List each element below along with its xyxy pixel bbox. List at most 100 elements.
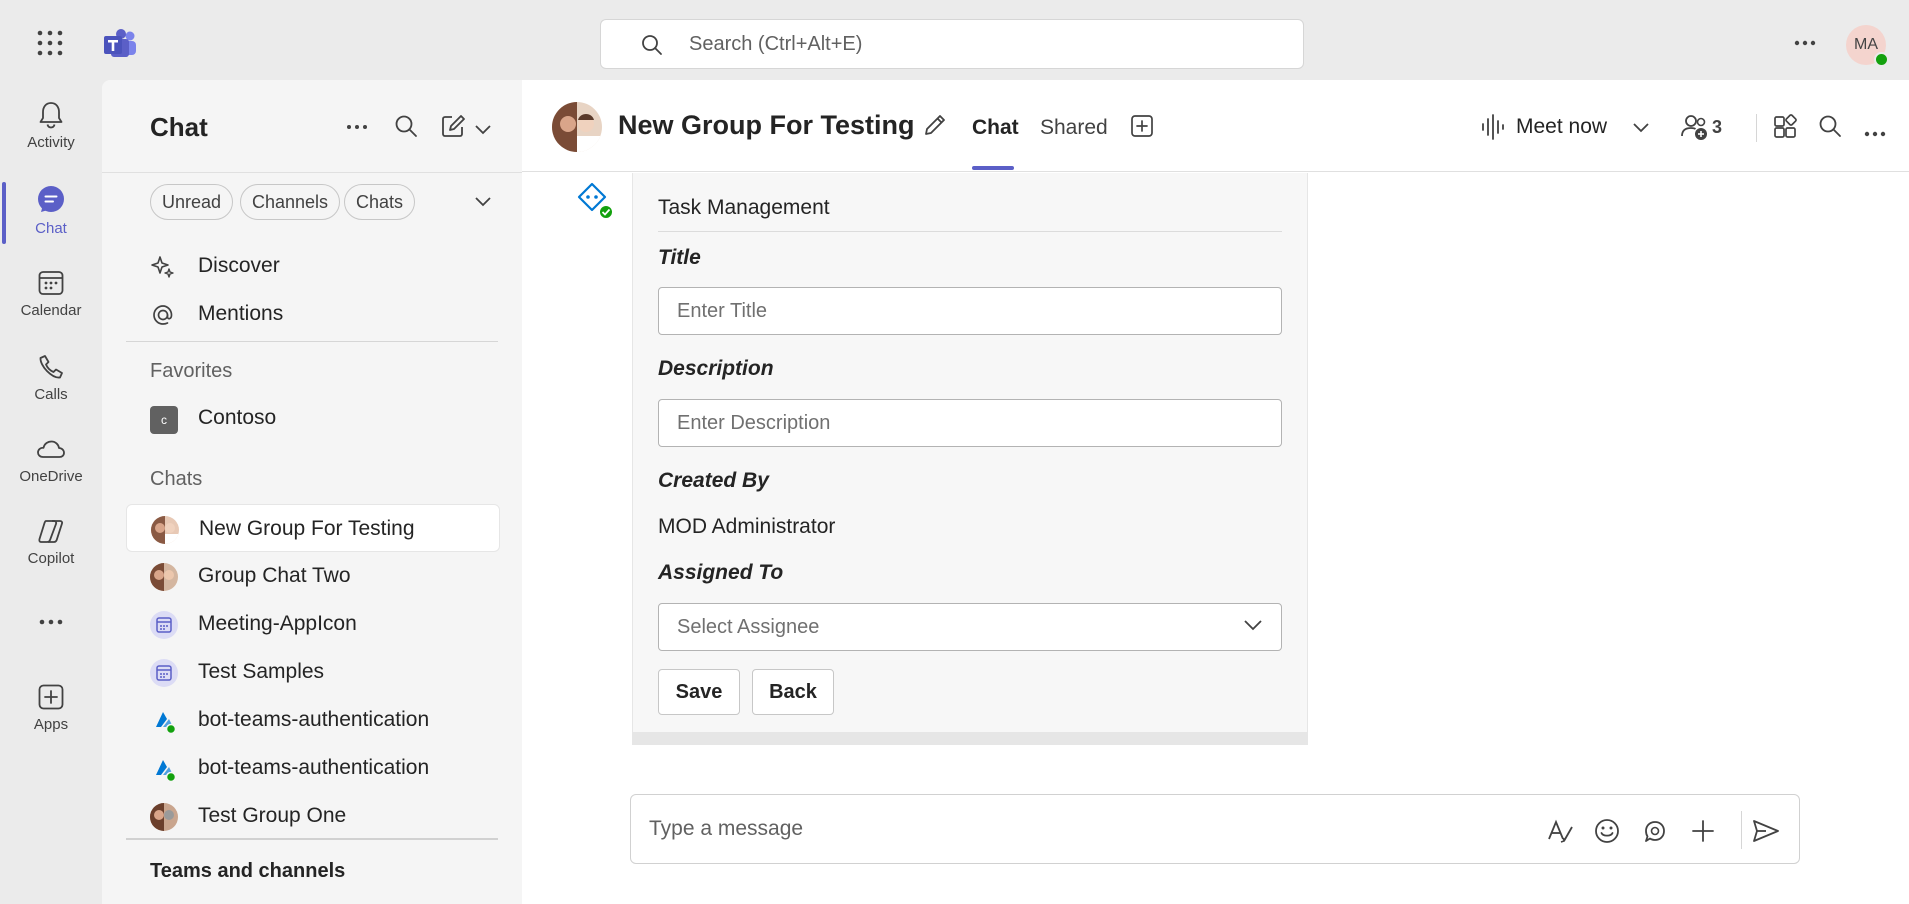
app-launcher-icon[interactable] xyxy=(36,29,64,57)
group-avatar xyxy=(150,803,178,831)
tab-chat[interactable]: Chat xyxy=(972,116,1019,140)
description-input[interactable] xyxy=(658,399,1282,447)
active-tab-indicator xyxy=(972,166,1014,170)
teams-logo-icon xyxy=(102,28,138,60)
created-by-value: MOD Administrator xyxy=(658,515,836,538)
rail-item-calls[interactable]: Calls xyxy=(0,340,102,420)
chat-item-test-samples[interactable]: Test Samples xyxy=(126,648,500,696)
chevron-down-icon[interactable] xyxy=(1632,120,1650,138)
card-footer xyxy=(632,732,1308,745)
more-options-icon[interactable] xyxy=(346,116,368,143)
rail-item-apps[interactable]: Apps xyxy=(0,670,102,750)
chevron-down-icon[interactable] xyxy=(474,122,492,140)
user-avatar[interactable]: MA xyxy=(1846,25,1889,67)
calendar-icon xyxy=(0,268,102,298)
search-icon[interactable] xyxy=(394,114,418,143)
save-button[interactable]: Save xyxy=(658,669,740,715)
presence-available-icon xyxy=(1874,52,1889,67)
bot-icon xyxy=(150,755,178,783)
chevron-down-icon[interactable] xyxy=(474,194,492,212)
apps-gift-icon[interactable] xyxy=(1772,114,1798,145)
rail-label-calendar: Calendar xyxy=(20,302,82,319)
chat-item-group-chat-two[interactable]: Group Chat Two xyxy=(126,552,500,600)
format-icon[interactable] xyxy=(1546,817,1574,850)
waveform-icon xyxy=(1480,112,1506,148)
emoji-icon[interactable] xyxy=(1593,817,1621,850)
conversation-pane: New Group For Testing Chat Shared Meet n… xyxy=(522,80,1909,904)
copilot-icon xyxy=(0,516,102,546)
send-icon[interactable] xyxy=(1751,817,1781,850)
description-field-label: Description xyxy=(658,357,774,380)
filter-unread[interactable]: Unread xyxy=(150,184,234,220)
chats-header[interactable]: Chats xyxy=(150,468,202,491)
chat-item-bot-teams-authentication-2[interactable]: bot-teams-authentication xyxy=(126,744,500,792)
message-input[interactable] xyxy=(649,795,1529,863)
meet-now-label: Meet now xyxy=(1516,115,1608,138)
title-input[interactable] xyxy=(658,287,1282,335)
group-avatar xyxy=(150,563,178,591)
nav-mentions[interactable]: Mentions xyxy=(150,302,450,332)
more-apps-icon[interactable] xyxy=(0,602,102,642)
favorite-item-contoso[interactable]: c Contoso xyxy=(150,406,450,436)
participants-button[interactable]: 3 xyxy=(1680,112,1722,147)
rail-label-calls: Calls xyxy=(34,386,68,403)
bot-icon xyxy=(150,707,178,735)
bot-avatar-icon[interactable] xyxy=(572,178,616,222)
created-by-label: Created By xyxy=(658,469,769,492)
rail-label-onedrive: OneDrive xyxy=(19,468,83,485)
chat-list-title: Chat xyxy=(150,112,208,142)
divider xyxy=(102,172,522,173)
filter-channels[interactable]: Channels xyxy=(240,184,341,220)
cloud-icon xyxy=(0,434,102,464)
chat-item-label: bot-teams-authentication xyxy=(198,708,430,731)
divider xyxy=(126,838,498,840)
chat-item-test-group-one[interactable]: Test Group One xyxy=(126,792,500,840)
favorites-header[interactable]: Favorites xyxy=(150,360,232,383)
chat-item-label: Group Chat Two xyxy=(198,564,351,587)
conversation-title: New Group For Testing xyxy=(618,110,915,140)
assignee-dropdown[interactable]: Select Assignee xyxy=(658,603,1282,651)
chat-item-label: Test Group One xyxy=(198,804,347,827)
search-icon[interactable] xyxy=(1818,114,1842,143)
rail-item-activity[interactable]: Activity xyxy=(0,88,102,168)
search-input[interactable] xyxy=(689,20,1249,68)
search-bar[interactable] xyxy=(600,19,1304,69)
chat-icon xyxy=(0,184,102,216)
sparkle-icon xyxy=(150,254,176,286)
meeting-chat-icon xyxy=(150,659,178,687)
edit-name-icon[interactable] xyxy=(922,112,948,143)
chat-list-pane: Chat Unread Channels Chats Discover Ment… xyxy=(102,80,522,904)
rail-label-activity: Activity xyxy=(27,134,75,151)
chat-item-label: Meeting-AppIcon xyxy=(198,612,357,635)
teams-and-channels-header[interactable]: Teams and channels xyxy=(150,860,345,883)
bell-icon xyxy=(0,100,102,130)
back-button[interactable]: Back xyxy=(752,669,834,715)
rail-item-onedrive[interactable]: OneDrive xyxy=(0,422,102,502)
nav-discover-label: Discover xyxy=(198,254,280,277)
compose-icon[interactable] xyxy=(440,113,466,144)
apps-icon xyxy=(0,682,102,712)
chat-item-meeting-appicon[interactable]: Meeting-AppIcon xyxy=(126,600,500,648)
more-options-icon[interactable] xyxy=(1790,28,1820,58)
more-options-icon[interactable] xyxy=(1864,124,1886,142)
app-rail: Activity Chat Calendar Calls OneDrive Co… xyxy=(0,80,102,904)
rail-item-chat[interactable]: Chat xyxy=(0,172,102,252)
add-tab-icon[interactable] xyxy=(1130,114,1154,143)
chat-item-new-group-for-testing[interactable]: New Group For Testing xyxy=(126,504,500,552)
chat-item-bot-teams-authentication[interactable]: bot-teams-authentication xyxy=(126,696,500,744)
group-avatar[interactable] xyxy=(552,102,602,152)
nav-discover[interactable]: Discover xyxy=(150,254,450,284)
divider xyxy=(1756,114,1757,142)
rail-label-copilot: Copilot xyxy=(27,550,75,567)
filter-chats[interactable]: Chats xyxy=(344,184,416,220)
loop-icon[interactable] xyxy=(1641,817,1669,850)
contoso-team-avatar: c xyxy=(150,406,178,434)
top-bar: MA xyxy=(0,0,1909,80)
tab-shared[interactable]: Shared xyxy=(1040,116,1108,140)
message-composer[interactable] xyxy=(630,794,1800,864)
rail-label-apps: Apps xyxy=(33,716,69,733)
plus-icon[interactable] xyxy=(1689,817,1717,850)
user-initials: MA xyxy=(1854,36,1878,53)
rail-item-copilot[interactable]: Copilot xyxy=(0,504,102,584)
rail-item-calendar[interactable]: Calendar xyxy=(0,256,102,336)
